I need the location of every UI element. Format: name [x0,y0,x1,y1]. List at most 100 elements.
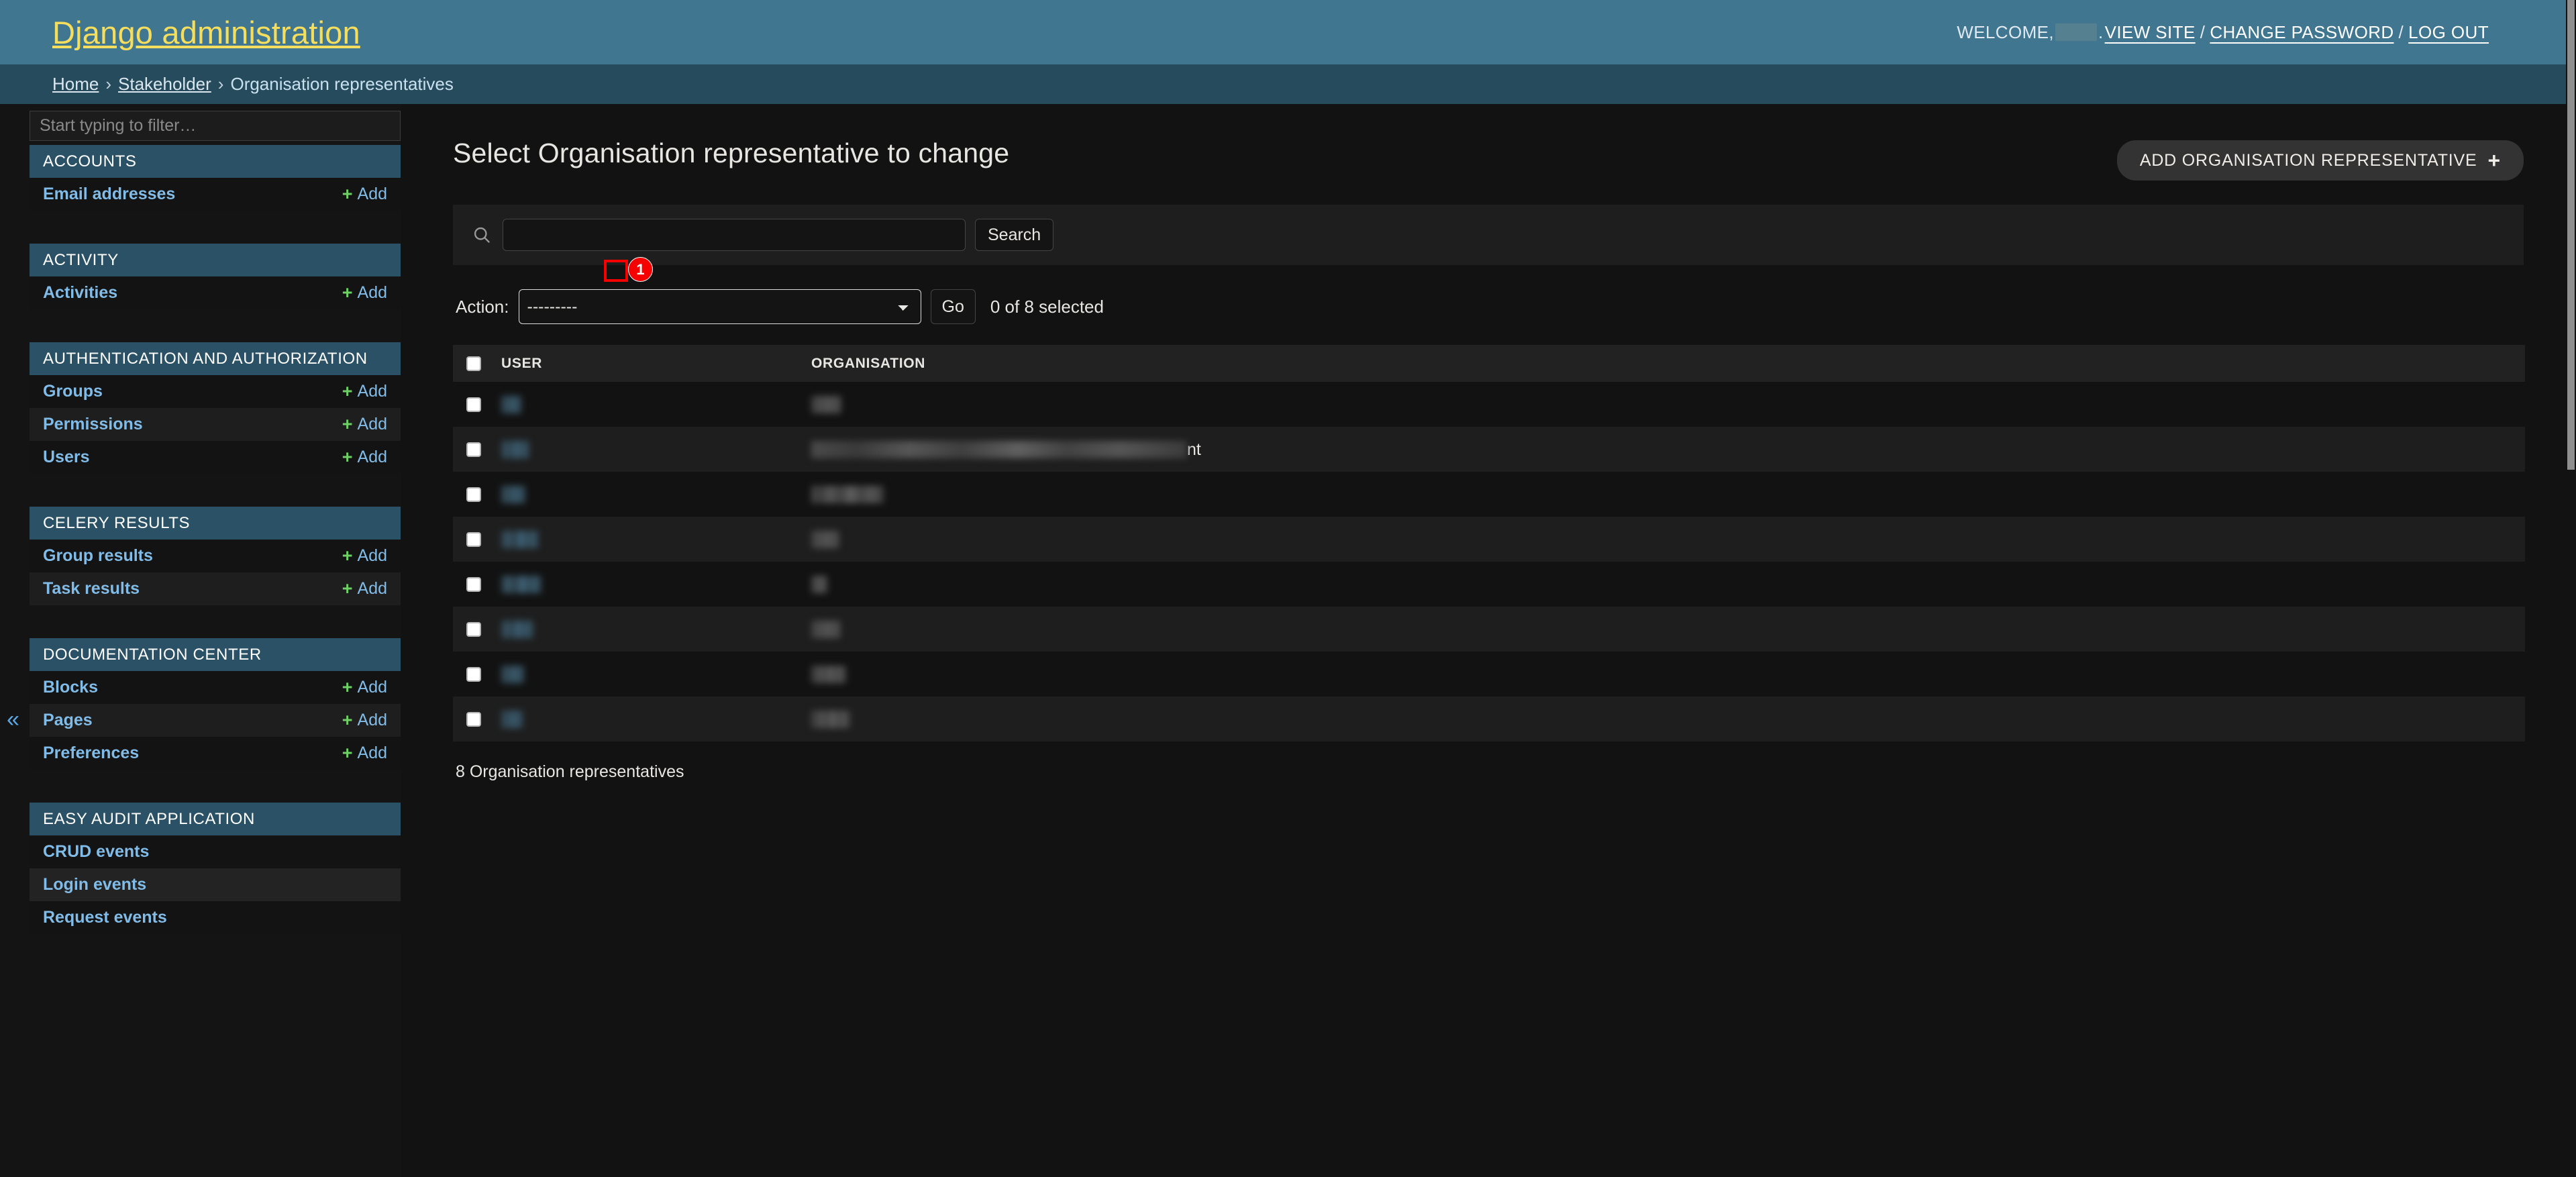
sidebar-item-request-events[interactable]: Request events [30,901,401,934]
add-organisation-representative-button[interactable]: ADD ORGANISATION REPRESENTATIVE + [2116,140,2524,181]
search-button[interactable]: Search [975,219,1054,251]
column-header-user[interactable]: USER [492,345,802,382]
sidebar-app-module: CELERY RESULTS Group results + Add Task resu… [30,507,401,605]
action-select[interactable]: --------- [518,289,921,324]
sidebar-item-blocks[interactable]: Blocks + Add [30,671,401,704]
table-row[interactable]: nt [453,427,2525,472]
sidebar-add-link[interactable]: + Add [342,382,387,401]
redacted-user-value [501,531,539,549]
row-checkbox[interactable] [466,622,481,637]
sidebar-item-label[interactable]: Email addresses [43,185,175,204]
sidebar-item-permissions[interactable]: Permissions + Add [30,408,401,441]
sidebar-item-label[interactable]: Permissions [43,415,143,434]
sidebar-add-link[interactable]: + Add [342,415,387,434]
sidebar-app-list: ACCOUNTS Email addresses + Add ACTIVITY Activ… [30,145,401,934]
sidebar-item-label[interactable]: Request events [43,908,167,927]
cell-user[interactable] [492,472,802,517]
nav-filter-input[interactable] [30,111,401,141]
sidebar-add-link[interactable]: + Add [342,678,387,697]
results-table-body: nt [453,382,2525,741]
sidebar-item-users[interactable]: Users + Add [30,441,401,474]
sidebar-item-email-addresses[interactable]: Email addresses + Add [30,178,401,211]
sidebar-item-label[interactable]: Group results [43,546,153,566]
cell-user[interactable] [492,427,802,472]
sidebar-add-label: Add [357,579,387,598]
sidebar-item-activities[interactable]: Activities + Add [30,276,401,309]
change-password-link[interactable]: CHANGE PASSWORD [2210,22,2393,43]
sidebar-app-header[interactable]: AUTHENTICATION AND AUTHORIZATION [30,342,401,375]
sidebar-item-pages[interactable]: Pages + Add [30,704,401,737]
breadcrumb-separator-2: › [217,74,224,94]
sidebar-item-groups[interactable]: Groups + Add [30,375,401,408]
sidebar-item-label[interactable]: Preferences [43,744,139,763]
sidebar-item-login-events[interactable]: Login events [30,868,401,901]
cell-user[interactable] [492,382,802,427]
sidebar-item-group-results[interactable]: Group results + Add [30,540,401,572]
breadcrumb-home[interactable]: Home [52,74,99,95]
sidebar-item-label[interactable]: Users [43,448,90,467]
cell-organisation [802,517,2525,562]
row-checkbox[interactable] [466,442,481,458]
table-row[interactable] [453,607,2525,652]
sidebar-app-header[interactable]: CELERY RESULTS [30,507,401,540]
sidebar-app-header[interactable]: ACTIVITY [30,244,401,276]
action-go-button[interactable]: Go [930,289,976,324]
sidebar-add-link[interactable]: + Add [342,448,387,467]
sidebar-add-label: Add [357,678,387,697]
site-title-link[interactable]: Django administration [52,14,360,51]
table-row[interactable] [453,697,2525,741]
cell-organisation [802,562,2525,607]
sidebar-item-label[interactable]: Activities [43,283,117,303]
row-checkbox[interactable] [466,712,481,727]
sidebar-add-link[interactable]: + Add [342,711,387,730]
table-row[interactable] [453,652,2525,697]
sidebar-add-link[interactable]: + Add [342,283,387,303]
sidebar-app-header[interactable]: ACCOUNTS [30,145,401,178]
column-header-organisation[interactable]: ORGANISATION [802,345,2525,382]
log-out-link[interactable]: LOG OUT [2408,22,2489,43]
sidebar-app-header[interactable]: DOCUMENTATION CENTER [30,638,401,671]
sidebar-item-preferences[interactable]: Preferences + Add [30,737,401,770]
sidebar-add-link[interactable]: + Add [342,185,387,204]
sidebar-item-label[interactable]: Login events [43,875,146,894]
sidebar-add-link[interactable]: + Add [342,546,387,566]
cell-organisation [802,382,2525,427]
sidebar-item-label[interactable]: Blocks [43,678,98,697]
sidebar-item-task-results[interactable]: Task results + Add [30,572,401,605]
sidebar-item-label[interactable]: Groups [43,382,103,401]
row-checkbox[interactable] [466,667,481,682]
table-row[interactable] [453,517,2525,562]
sidebar-add-link[interactable]: + Add [342,744,387,763]
table-row[interactable] [453,472,2525,517]
sidebar-app-header[interactable]: EASY AUDIT APPLICATION [30,803,401,835]
table-row[interactable] [453,562,2525,607]
row-checkbox[interactable] [466,487,481,503]
sidebar-app-module: DOCUMENTATION CENTER Blocks + Add Pages + Add P… [30,638,401,770]
cell-user[interactable] [492,517,802,562]
cell-organisation [802,652,2525,697]
breadcrumb-app[interactable]: Stakeholder [118,74,211,95]
sidebar-item-label[interactable]: CRUD events [43,842,149,862]
cell-user[interactable] [492,652,802,697]
cell-user[interactable] [492,562,802,607]
plus-icon: + [342,546,353,566]
cell-user[interactable] [492,607,802,652]
cell-user[interactable] [492,697,802,741]
results-table: USER ORGANISATION nt [453,345,2525,741]
search-icon [470,223,493,246]
sidebar-item-label[interactable]: Pages [43,711,93,730]
table-row[interactable] [453,382,2525,427]
row-checkbox[interactable] [466,577,481,593]
sidebar-add-label: Add [357,448,387,466]
sidebar-item-crud-events[interactable]: CRUD events [30,835,401,868]
sidebar-collapse-toggle[interactable]: « [7,708,19,731]
vertical-scrollbar-track[interactable] [2566,0,2576,1177]
search-input[interactable] [503,219,966,251]
row-checkbox[interactable] [466,532,481,548]
sidebar-add-link[interactable]: + Add [342,579,387,599]
row-checkbox[interactable] [466,397,481,413]
vertical-scrollbar-thumb[interactable] [2567,0,2575,470]
sidebar-item-label[interactable]: Task results [43,579,140,599]
select-all-checkbox[interactable] [466,356,481,371]
view-site-link[interactable]: VIEW SITE [2105,22,2196,43]
